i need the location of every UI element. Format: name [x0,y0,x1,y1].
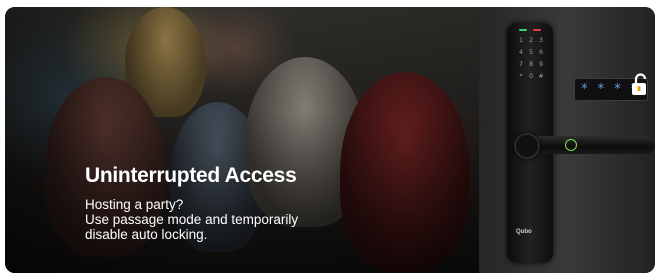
keypad-key: 4 [519,49,523,56]
lock-handle [529,136,655,154]
passcode-display: * * * * [574,73,648,101]
party-photo: Uninterrupted Access Hosting a party? Us… [5,7,479,273]
keypad-key: * [519,73,523,80]
keypad-key: 3 [539,37,543,44]
smart-lock-image: 1 2 3 4 5 6 7 8 9 * 0 # Qubo * * * * [479,7,655,273]
brand-logo: Qubo [516,229,532,235]
unlock-icon [632,73,647,95]
banner-headline: Uninterrupted Access [85,164,297,187]
description-line: Hosting a party? [85,197,184,212]
banner-description: Hosting a party? Use passage mode and te… [85,197,385,242]
status-led-green [519,29,527,31]
handle-rose [514,133,540,159]
keypad-key: 2 [529,37,533,44]
keypad-key: # [538,73,544,80]
fingerprint-icon [565,139,577,151]
keypad-key: 0 [529,73,533,80]
keypad: 1 2 3 4 5 6 7 8 9 * 0 # [516,37,546,81]
keypad-key: 7 [519,61,523,68]
keypad-key: 1 [519,37,523,44]
description-line: Use passage mode and temporarily [85,212,299,227]
keypad-key: 9 [539,61,543,68]
description-line: disable auto locking. [85,227,208,242]
keypad-key: 6 [539,49,543,56]
status-led-red [533,29,541,31]
keypad-key: 8 [529,61,533,68]
feature-banner: Uninterrupted Access Hosting a party? Us… [5,7,655,273]
keypad-key: 5 [529,49,533,56]
